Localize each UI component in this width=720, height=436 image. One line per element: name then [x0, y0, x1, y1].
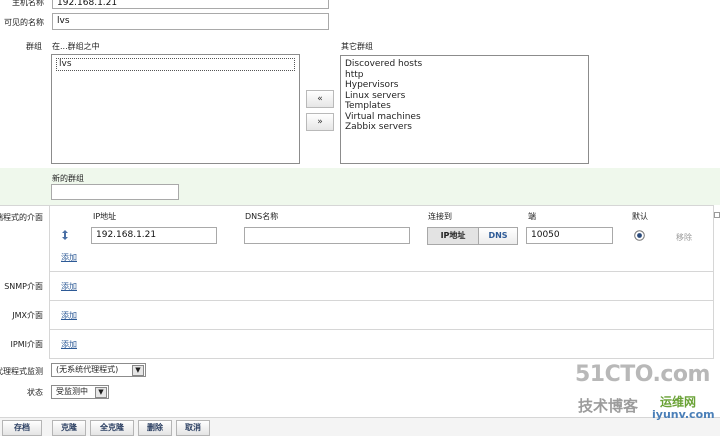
- hostname-label: 主机名称: [12, 0, 44, 7]
- right-edge-marker: [714, 212, 720, 218]
- clone-button[interactable]: 克隆: [52, 420, 86, 436]
- connect-ip-toggle[interactable]: IP地址: [427, 227, 479, 245]
- col-connect-header: 连接到: [428, 212, 452, 221]
- interface-ip-input[interactable]: 192.168.1.21: [91, 227, 217, 244]
- interfaces-right-border: [713, 205, 714, 359]
- add-snmp-interface-link[interactable]: 添加: [61, 281, 77, 292]
- col-default-header: 默认: [632, 212, 648, 221]
- remove-group-arrow-button[interactable]: »: [306, 113, 334, 131]
- full-clone-button[interactable]: 全克隆: [90, 420, 134, 436]
- add-agent-interface-link[interactable]: 添加: [61, 252, 77, 263]
- agent-row-bottom-border: [49, 271, 714, 272]
- group-option-http[interactable]: http: [345, 70, 584, 81]
- interface-port-input[interactable]: 10050: [526, 227, 613, 244]
- save-button[interactable]: 存档: [2, 420, 42, 436]
- hostname-input[interactable]: 192.168.1.21: [52, 0, 329, 9]
- agent-interfaces-label: 客户端程式的介面: [0, 213, 43, 222]
- default-radio[interactable]: [634, 230, 645, 241]
- chevron-down-icon: ▼: [132, 365, 144, 376]
- new-group-input[interactable]: [51, 184, 179, 200]
- proxy-select[interactable]: (无系统代理程式) ▼: [51, 363, 146, 377]
- group-option-discovered-hosts[interactable]: Discovered hosts: [345, 59, 584, 70]
- col-dns-header: DNS名称: [245, 212, 279, 221]
- new-group-label: 新的群组: [52, 174, 84, 183]
- status-label: 状态: [27, 388, 43, 397]
- jmx-row-bottom-border: [49, 329, 714, 330]
- ipmi-interfaces-label: IPMI介面: [10, 340, 43, 349]
- snmp-interfaces-label: SNMP介面: [4, 282, 43, 291]
- watermark-51cto: 51CTO.com: [575, 362, 710, 387]
- visible-name-label: 可见的名称: [4, 18, 44, 27]
- visible-name-input[interactable]: lvs: [52, 13, 329, 30]
- groups-label: 群组: [26, 42, 42, 51]
- connect-dns-toggle[interactable]: DNS: [478, 227, 518, 245]
- group-option-zabbix-servers[interactable]: Zabbix servers: [345, 122, 584, 133]
- col-ip-header: IP地址: [93, 212, 117, 221]
- watermark-iyunv: iyunv.com: [652, 408, 715, 421]
- add-ipmi-interface-link[interactable]: 添加: [61, 339, 77, 350]
- ipmi-row-bottom-border: [49, 358, 714, 359]
- interfaces-top-border: [0, 205, 714, 206]
- in-groups-listbox[interactable]: lvs: [51, 54, 300, 164]
- snmp-row-bottom-border: [49, 300, 714, 301]
- watermark-tech-blog: 技术博客: [578, 397, 639, 415]
- status-select[interactable]: 受监测中 ▼: [51, 385, 109, 399]
- add-group-arrow-button[interactable]: «: [306, 90, 334, 108]
- proxy-select-value: (无系统代理程式): [56, 365, 119, 374]
- group-option-linux-servers[interactable]: Linux servers: [345, 91, 584, 102]
- other-groups-listbox[interactable]: Discovered hosts http Hypervisors Linux …: [340, 55, 589, 164]
- jmx-interfaces-label: JMX介面: [12, 311, 43, 320]
- other-groups-label: 其它群组: [341, 42, 373, 51]
- delete-button[interactable]: 删除: [138, 420, 172, 436]
- remove-interface-link[interactable]: 移除: [676, 232, 692, 243]
- group-option-virtual-machines[interactable]: Virtual machines: [345, 112, 584, 123]
- col-port-header: 端: [528, 212, 536, 221]
- add-jmx-interface-link[interactable]: 添加: [61, 310, 77, 321]
- proxy-label: 由代理程式监测: [0, 367, 43, 376]
- status-select-value: 受监测中: [56, 387, 88, 396]
- interface-dns-input[interactable]: [244, 227, 410, 244]
- group-option-templates[interactable]: Templates: [345, 101, 584, 112]
- chevron-down-icon: ▼: [95, 387, 107, 398]
- group-option-hypervisors[interactable]: Hypervisors: [345, 80, 584, 91]
- interfaces-left-border: [49, 205, 50, 359]
- group-option-lvs[interactable]: lvs: [56, 58, 295, 71]
- in-groups-label: 在...群组之中: [52, 42, 100, 51]
- cancel-button[interactable]: 取消: [176, 420, 210, 436]
- drag-handle-icon[interactable]: [60, 230, 70, 240]
